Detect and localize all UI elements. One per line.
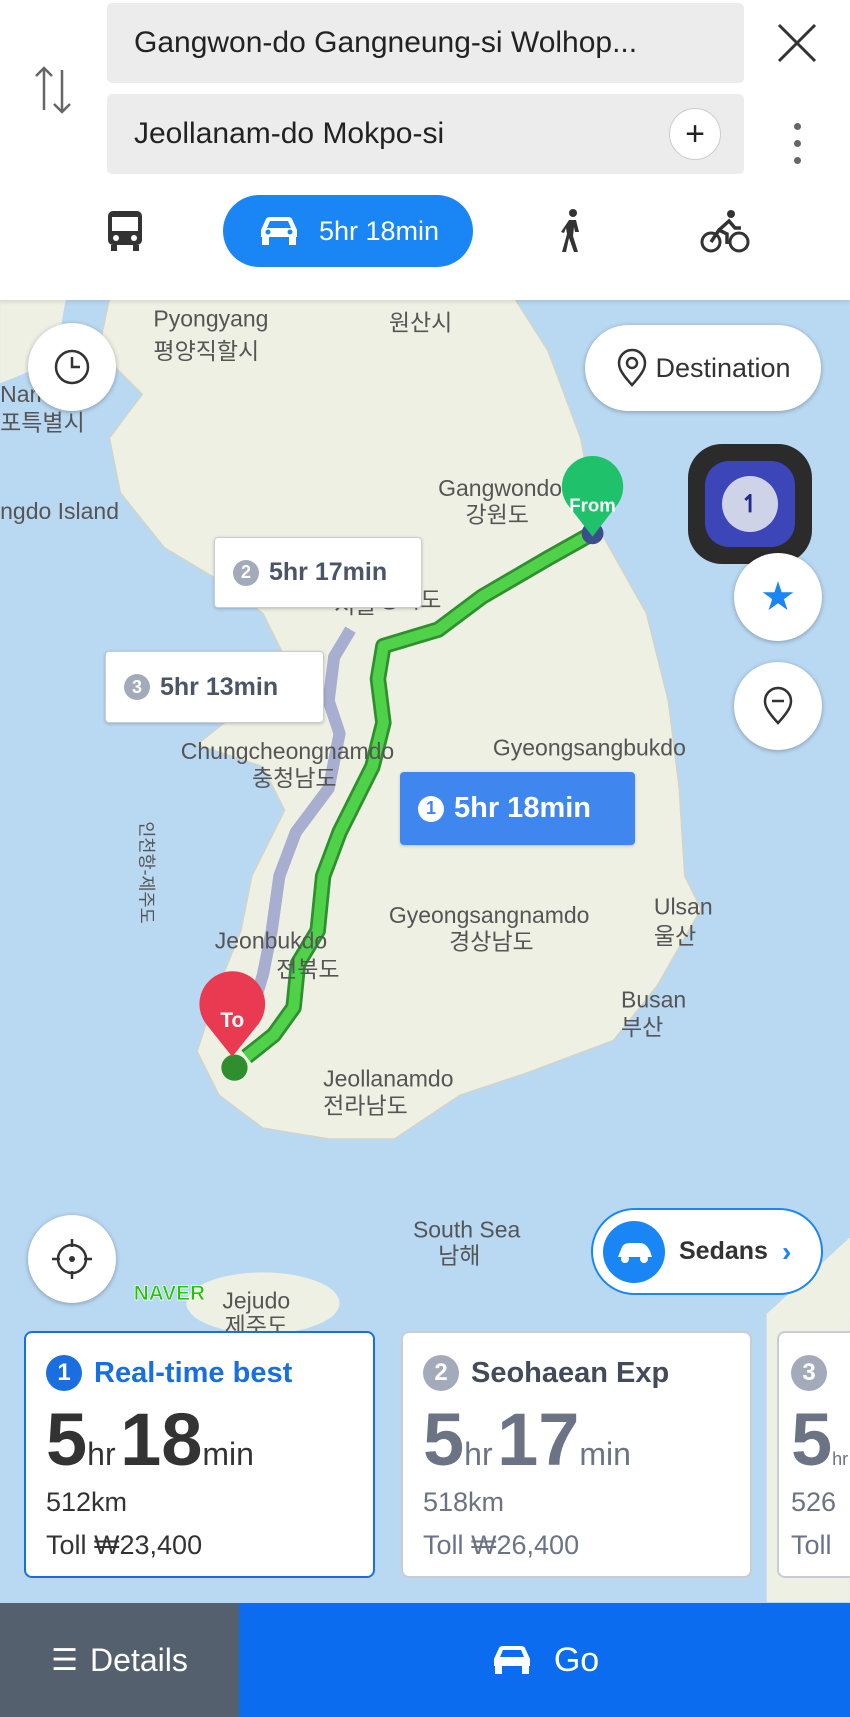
place-label: 인천항-제주도 bbox=[136, 821, 156, 924]
place-label: Pyongyang bbox=[153, 305, 268, 331]
destination-button[interactable]: Destination bbox=[585, 325, 821, 411]
close-button[interactable] bbox=[772, 18, 822, 68]
swap-button[interactable] bbox=[28, 60, 78, 120]
clock-icon bbox=[54, 349, 90, 385]
place-label: Jejudo bbox=[222, 1288, 290, 1314]
place-label: 경상남도 bbox=[449, 928, 534, 954]
route-distance: 512km bbox=[46, 1487, 128, 1517]
car-icon bbox=[260, 217, 297, 245]
svg-text:To: To bbox=[220, 1009, 244, 1032]
go-button[interactable]: Go bbox=[239, 1603, 850, 1717]
place-label: Chungcheongnamdo bbox=[181, 738, 394, 764]
crosshair-icon bbox=[52, 1239, 92, 1279]
assistant-icon: ↿ bbox=[722, 476, 778, 532]
route-time: 5hr 17min bbox=[269, 558, 388, 586]
route-label-1[interactable]: 1 5hr 18min bbox=[400, 772, 635, 845]
route-duration: 5hr 18min bbox=[46, 1398, 254, 1481]
place-label: Gyeongsangnamdo bbox=[389, 902, 590, 928]
place-label: 평양직할시 bbox=[153, 338, 259, 364]
tab-car[interactable]: 5hr 18min bbox=[223, 195, 473, 267]
place-label: 울산 bbox=[654, 923, 696, 949]
route-label-2[interactable]: 2 5hr 17min bbox=[214, 537, 422, 608]
pin-minus-icon bbox=[763, 686, 793, 725]
bus-icon bbox=[108, 211, 142, 251]
place-label: 전북도 bbox=[276, 956, 339, 982]
destination-input[interactable]: Jeollanam-do Mokpo-si + bbox=[107, 94, 744, 174]
tab-transit[interactable] bbox=[100, 205, 150, 257]
close-icon bbox=[777, 23, 817, 63]
chevron-right-icon: › bbox=[781, 1235, 792, 1267]
star-icon: ★ bbox=[760, 575, 796, 619]
place-label: 부산 bbox=[621, 1014, 663, 1040]
route-toll: Toll ₩23,400 bbox=[46, 1530, 203, 1560]
route-number-badge: 2 bbox=[233, 559, 259, 586]
place-label: Jeollanamdo bbox=[323, 1065, 453, 1091]
details-label: Details bbox=[90, 1641, 188, 1678]
place-label: 원산시 bbox=[389, 310, 452, 336]
place-label: ngdo Island bbox=[0, 498, 119, 524]
place-label: Busan bbox=[621, 986, 686, 1012]
route-number-badge: 1 bbox=[418, 795, 444, 822]
place-label: Ulsan bbox=[654, 893, 713, 919]
svg-text:From: From bbox=[569, 494, 616, 515]
route-name: Real-time best bbox=[94, 1356, 293, 1389]
car-icon bbox=[603, 1220, 665, 1283]
route-number-badge: 1 bbox=[46, 1355, 82, 1391]
route-duration: 5hr 17min bbox=[423, 1398, 631, 1481]
my-location-button[interactable] bbox=[28, 1215, 116, 1303]
swap-arrows-icon bbox=[35, 66, 71, 114]
tab-bicycle[interactable] bbox=[698, 205, 752, 257]
place-label: Gangwondo bbox=[438, 475, 562, 501]
route-name: Seohaean Exp bbox=[471, 1356, 670, 1389]
route-time: 5hr 18min bbox=[454, 792, 591, 824]
naver-logo: NAVER bbox=[134, 1282, 205, 1305]
favorites-button[interactable]: ★ bbox=[734, 553, 822, 641]
walk-icon bbox=[561, 209, 579, 252]
vehicle-type-label: Sedans bbox=[679, 1237, 768, 1265]
go-label: Go bbox=[553, 1640, 600, 1679]
route-label-3[interactable]: 3 5hr 13min bbox=[105, 651, 324, 723]
car-duration: 5hr 18min bbox=[318, 215, 440, 246]
car-icon bbox=[493, 1646, 530, 1674]
route-duration: 5hr bbox=[791, 1398, 849, 1481]
route-card-3[interactable]: 3 5hr 526 Toll bbox=[777, 1331, 850, 1578]
waypoint-remove-button[interactable] bbox=[734, 662, 822, 750]
route-card-2[interactable]: 2 Seohaean Exp 5hr 17min 518km Toll ₩26,4… bbox=[401, 1331, 752, 1578]
place-label: Jeonbukdo bbox=[215, 927, 327, 953]
origin-input[interactable]: Gangwon-do Gangneung-si Wolhop... bbox=[107, 3, 744, 83]
floating-assistant-button[interactable]: ↿ bbox=[688, 444, 812, 564]
add-waypoint-button[interactable]: + bbox=[669, 108, 721, 160]
details-button[interactable]: ☰ Details bbox=[0, 1603, 239, 1717]
transport-mode-tabs: 5hr 18min bbox=[0, 195, 850, 267]
route-search-header: Gangwon-do Gangneung-si Wolhop... Jeolla… bbox=[0, 0, 850, 300]
place-label: 포특별시 bbox=[0, 409, 85, 435]
bottom-bar: ☰ Details Go bbox=[0, 1603, 850, 1717]
list-icon: ☰ bbox=[51, 1643, 79, 1677]
more-options-button[interactable] bbox=[782, 118, 812, 168]
route-number-badge: 3 bbox=[124, 674, 150, 700]
vehicle-type-button[interactable]: Sedans › bbox=[591, 1208, 823, 1295]
bicycle-icon bbox=[700, 210, 750, 253]
route-number-badge: 3 bbox=[791, 1355, 827, 1391]
history-button[interactable] bbox=[28, 323, 116, 411]
place-label: 강원도 bbox=[466, 501, 529, 527]
route-distance: 526 bbox=[791, 1487, 837, 1517]
tab-walk[interactable] bbox=[550, 205, 594, 257]
route-distance: 518km bbox=[423, 1487, 505, 1517]
route-toll: Toll ₩26,400 bbox=[423, 1530, 580, 1560]
assistant-badge: ↿ bbox=[705, 461, 795, 547]
place-label: 남해 bbox=[438, 1243, 480, 1269]
place-label: Gyeongsangbukdo bbox=[493, 735, 686, 761]
place-label: 충청남도 bbox=[252, 765, 337, 791]
more-vert-icon bbox=[793, 122, 801, 164]
pin-icon bbox=[618, 348, 647, 387]
route-time: 5hr 13min bbox=[160, 672, 279, 701]
destination-input-value: Jeollanam-do Mokpo-si bbox=[134, 117, 445, 150]
route-toll: Toll bbox=[791, 1530, 832, 1560]
place-label: 전라남도 bbox=[323, 1093, 408, 1119]
destination-button-label: Destination bbox=[655, 352, 791, 383]
route-number-badge: 2 bbox=[423, 1355, 459, 1391]
route-card-1[interactable]: 1 Real-time best 5hr 18min 512km Toll ₩23… bbox=[24, 1331, 375, 1578]
place-label: South Sea bbox=[413, 1216, 521, 1242]
